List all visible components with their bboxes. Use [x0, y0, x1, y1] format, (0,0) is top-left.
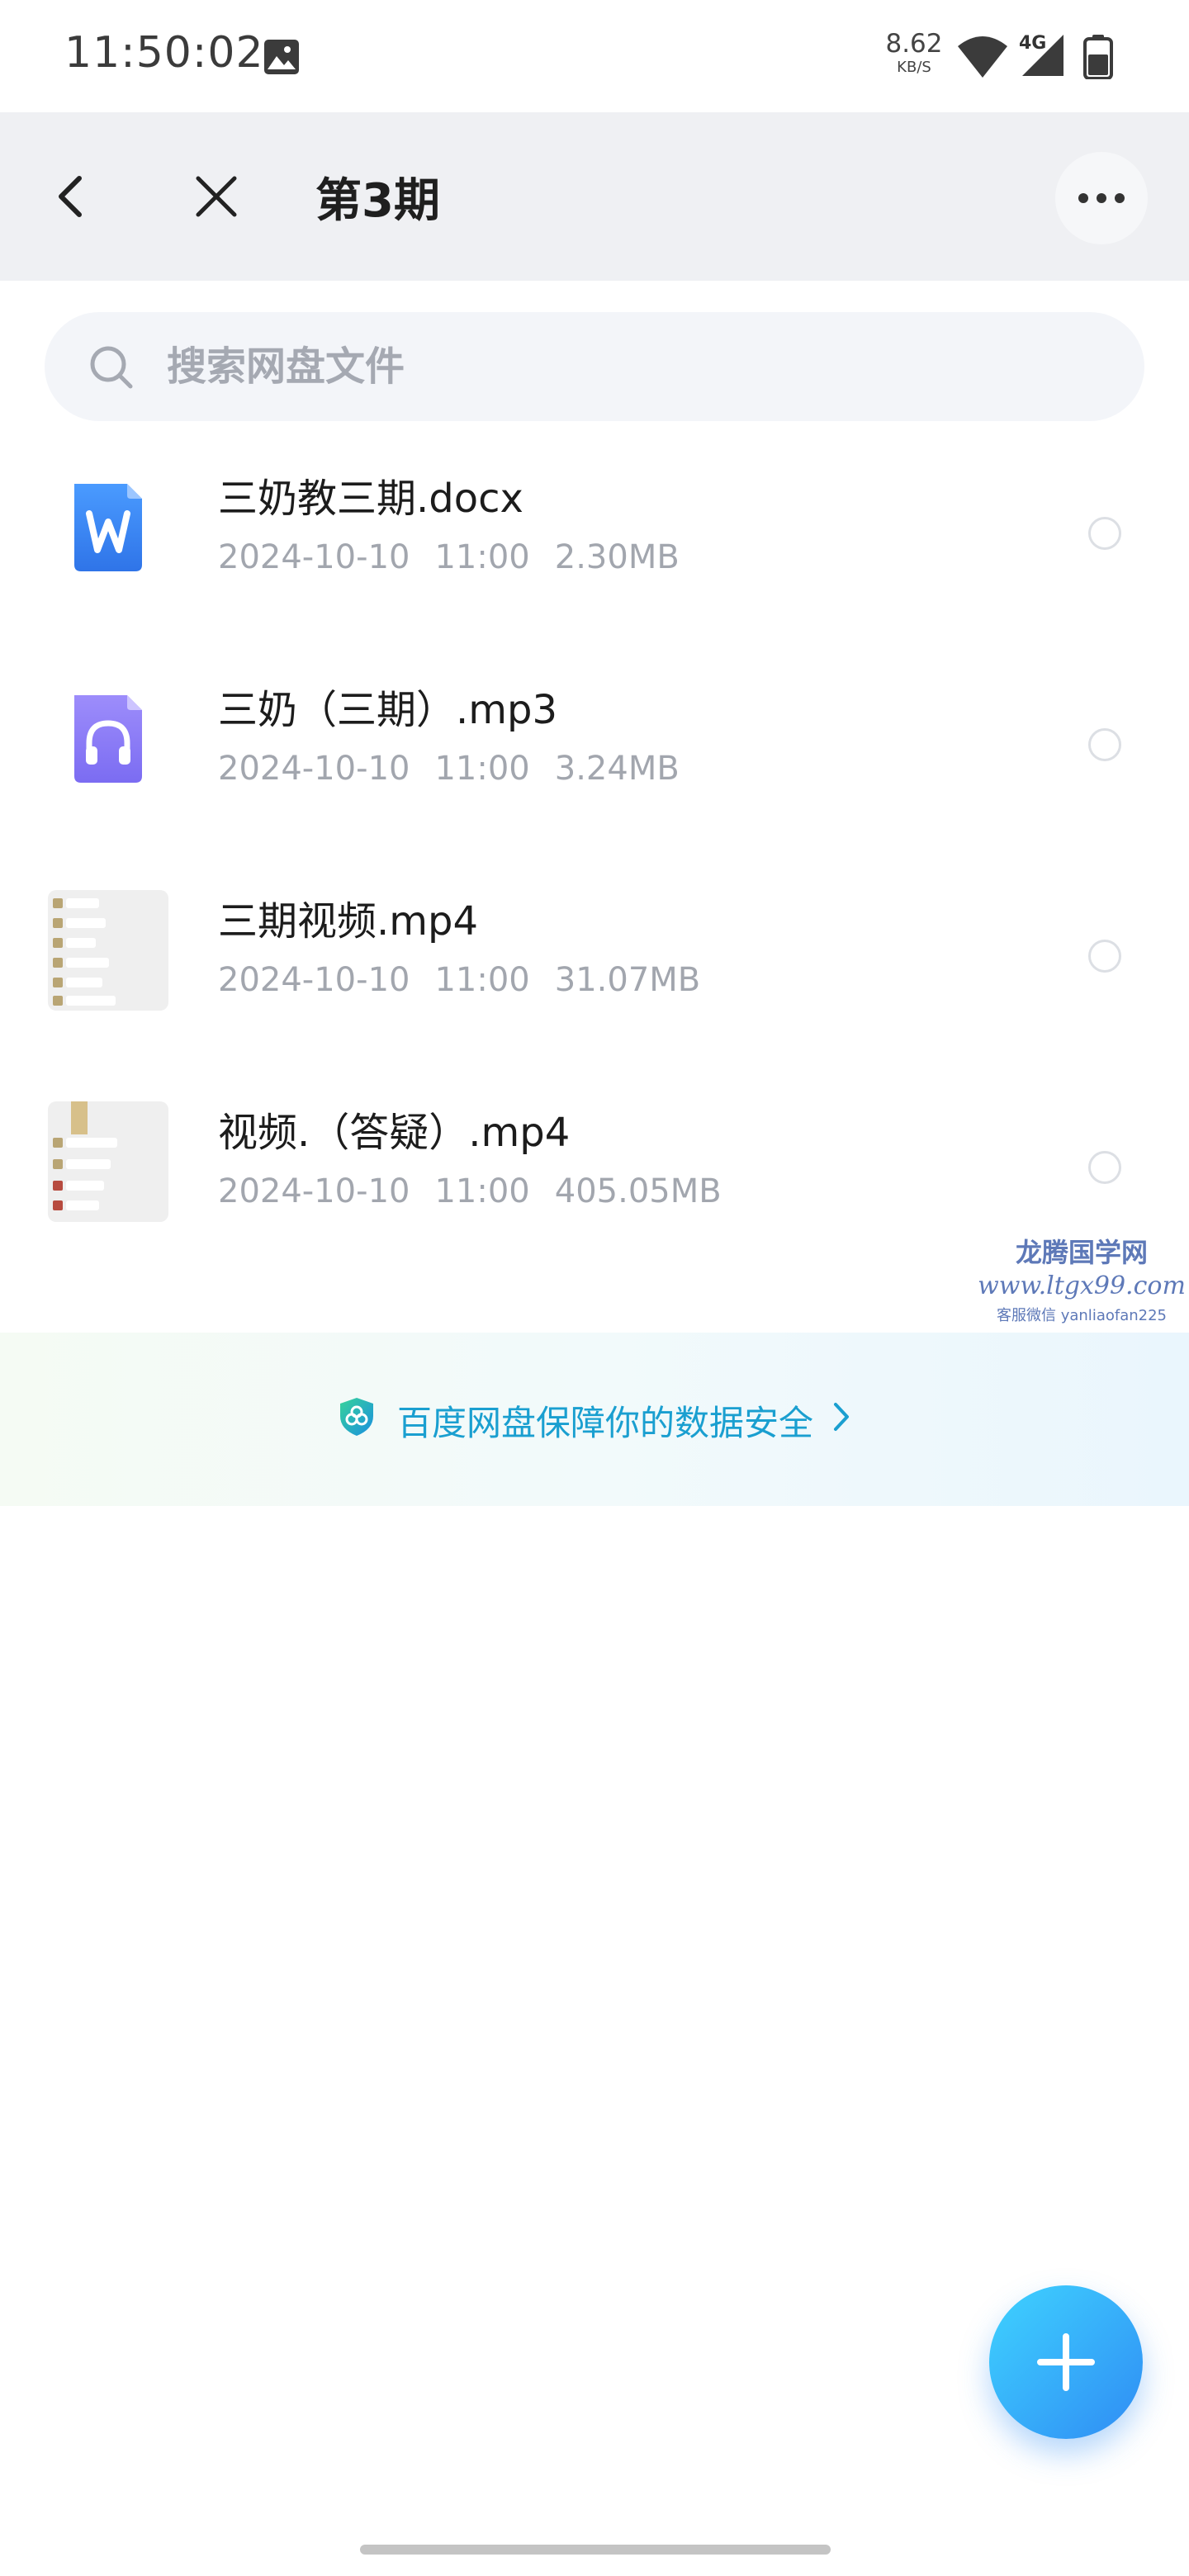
file-size: 3.24MB [554, 750, 680, 788]
thumb-line [66, 918, 106, 928]
thumb-figure [71, 1101, 88, 1134]
home-indicator[interactable] [360, 2545, 831, 2555]
more-icon-dot [1097, 193, 1106, 203]
search-box[interactable] [45, 312, 1144, 421]
word-doc-icon [48, 467, 168, 588]
file-size: 2.30MB [554, 538, 680, 576]
more-icon-dot [1115, 193, 1125, 203]
watermark-title: 龙腾国学网 [1015, 1237, 1148, 1268]
thumb-line [66, 1200, 99, 1210]
page-title: 第3期 [315, 174, 440, 228]
title-bar: 第3期 [0, 112, 1189, 281]
thumb-line [66, 958, 109, 968]
search-icon [88, 343, 135, 395]
select-radio[interactable] [1088, 517, 1121, 550]
plus-icon [1037, 2333, 1095, 2394]
file-row[interactable]: 三奶教三期.docx 2024-10-10 11:00 2.30MB [0, 431, 1189, 642]
file-date: 2024-10-10 [218, 961, 410, 999]
file-meta: 2024-10-10 11:00 405.05MB [218, 1172, 746, 1210]
file-date: 2024-10-10 [218, 538, 410, 576]
thumb-avatar [53, 938, 63, 948]
wifi-icon [956, 33, 1009, 83]
network-speed: 8.62 KB/S [883, 31, 945, 75]
network-type: 4G [1019, 33, 1047, 54]
security-banner[interactable]: 百度网盘保障你的数据安全 [0, 1333, 1189, 1506]
thumb-avatar [53, 1159, 63, 1169]
chevron-right-icon [832, 1400, 850, 1441]
battery-icon [1083, 35, 1113, 83]
thumb-avatar [53, 1181, 63, 1191]
file-row[interactable]: 三期视频.mp4 2024-10-10 11:00 31.07MB [0, 854, 1189, 1065]
file-meta: 2024-10-10 11:00 31.07MB [218, 961, 725, 999]
file-date: 2024-10-10 [218, 1172, 410, 1210]
back-icon[interactable] [50, 173, 96, 223]
thumb-avatar [53, 1200, 63, 1210]
file-time: 11:00 [434, 538, 530, 576]
thumb-line [66, 1159, 111, 1169]
thumb-avatar [53, 918, 63, 928]
file-name: 三期视频.mp4 [218, 898, 479, 945]
file-name: 视频.（答疑）.mp4 [218, 1110, 571, 1156]
thumb-avatar [53, 978, 63, 987]
file-row[interactable]: 三奶（三期）.mp3 2024-10-10 11:00 3.24MB [0, 642, 1189, 854]
add-button[interactable] [989, 2285, 1143, 2439]
select-radio[interactable] [1088, 940, 1121, 973]
file-date: 2024-10-10 [218, 750, 410, 788]
more-button[interactable] [1055, 152, 1148, 244]
select-radio[interactable] [1088, 728, 1121, 761]
security-banner-text: 百度网盘保障你的数据安全 [396, 1403, 813, 1443]
close-icon[interactable] [193, 173, 239, 223]
file-time: 11:00 [434, 750, 530, 788]
file-meta: 2024-10-10 11:00 3.24MB [218, 750, 704, 788]
watermark-wechat: 客服微信 yanliaofan225 [997, 1307, 1167, 1324]
file-name: 三奶教三期.docx [218, 476, 523, 522]
watermark: 龙腾国学网 www.ltgx99.com 客服微信 yanliaofan225 [974, 1232, 1189, 1325]
status-bar: 11:50:02 8.62 KB/S 4G [0, 0, 1189, 112]
security-banner-content: 百度网盘保障你的数据安全 [0, 1395, 1189, 1446]
status-time: 11:50:02 [64, 28, 264, 78]
thumb-avatar [53, 958, 63, 968]
file-time: 11:00 [434, 1172, 530, 1210]
file-name: 三奶（三期）.mp3 [218, 687, 558, 733]
thumb-line [66, 898, 99, 908]
video-thumbnail [48, 1101, 168, 1222]
file-size: 405.05MB [554, 1172, 722, 1210]
file-meta: 2024-10-10 11:00 2.30MB [218, 538, 704, 576]
thumb-line [66, 1181, 104, 1191]
file-size: 31.07MB [554, 961, 701, 999]
audio-file-icon [48, 679, 168, 799]
thumb-avatar [53, 996, 63, 1006]
thumb-line [66, 978, 102, 987]
file-time: 11:00 [434, 961, 530, 999]
network-speed-unit: KB/S [897, 59, 931, 76]
select-radio[interactable] [1088, 1151, 1121, 1184]
thumb-avatar [53, 1138, 63, 1148]
network-speed-value: 8.62 [885, 29, 943, 59]
more-icon [1078, 193, 1088, 203]
thumb-line [66, 1138, 117, 1148]
thumb-line [66, 996, 116, 1006]
shield-icon [339, 1396, 375, 1446]
thumb-avatar [53, 898, 63, 908]
video-thumbnail [48, 890, 168, 1011]
search-input[interactable] [165, 334, 1073, 400]
thumb-line [66, 938, 96, 948]
gallery-icon [263, 38, 301, 79]
watermark-url: www.ltgx99.com [978, 1271, 1186, 1300]
